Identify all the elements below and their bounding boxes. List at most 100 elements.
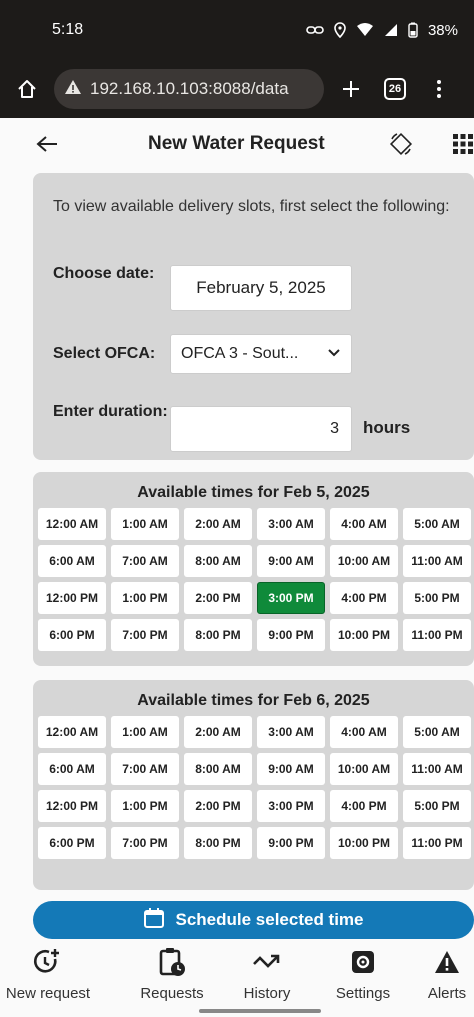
time-slot[interactable]: 10:00 PM <box>330 619 398 651</box>
time-slot[interactable]: 4:00 AM <box>330 508 398 540</box>
date-picker[interactable]: February 5, 2025 <box>170 265 352 311</box>
nav-settings[interactable]: Settings <box>318 945 408 1002</box>
time-slot[interactable]: 2:00 PM <box>184 582 252 614</box>
time-slot[interactable]: 8:00 PM <box>184 619 252 651</box>
time-slot[interactable]: 9:00 PM <box>257 619 325 651</box>
alert-icon <box>433 945 461 979</box>
time-slot[interactable]: 9:00 AM <box>257 545 325 577</box>
time-slot[interactable]: 5:00 AM <box>403 508 471 540</box>
bottom-navigation: New request Requests History Settings Al… <box>0 945 474 1017</box>
date-row: Choose date: <box>53 263 169 285</box>
time-slot[interactable]: 11:00 AM <box>403 753 471 785</box>
time-slot[interactable]: 2:00 PM <box>184 790 252 822</box>
tab-switcher-button[interactable]: 26 <box>378 69 412 109</box>
time-slot[interactable]: 7:00 AM <box>111 545 179 577</box>
time-slot[interactable]: 8:00 AM <box>184 545 252 577</box>
time-slot[interactable]: 8:00 AM <box>184 753 252 785</box>
more-menu-icon[interactable] <box>422 69 456 109</box>
signal-icon <box>384 23 398 37</box>
nav-label: History <box>243 985 291 1002</box>
nav-alerts[interactable]: Alerts <box>420 945 474 1002</box>
link-icon <box>306 24 324 36</box>
time-slot[interactable]: 12:00 AM <box>38 508 106 540</box>
time-slot[interactable]: 10:00 AM <box>330 753 398 785</box>
time-slot[interactable]: 4:00 PM <box>330 582 398 614</box>
home-indicator <box>199 1009 321 1013</box>
duration-unit: hours <box>363 418 411 437</box>
app-header: New Water Request <box>0 118 474 170</box>
grid-menu-icon[interactable] <box>446 127 474 161</box>
time-slot[interactable]: 12:00 AM <box>38 716 106 748</box>
time-slot[interactable]: 11:00 PM <box>403 827 471 859</box>
time-slot[interactable]: 3:00 AM <box>257 508 325 540</box>
time-slot[interactable]: 10:00 AM <box>330 545 398 577</box>
time-slot[interactable]: 7:00 AM <box>111 753 179 785</box>
duration-input[interactable]: 3 <box>170 406 352 452</box>
time-slot[interactable]: 7:00 PM <box>111 827 179 859</box>
status-bar: 5:18 38% <box>0 0 474 60</box>
nav-requests[interactable]: Requests <box>122 945 222 1002</box>
nav-label: New request <box>5 985 91 1002</box>
time-slot[interactable]: 11:00 PM <box>403 619 471 651</box>
browser-toolbar: 192.168.10.103:8088/data 26 <box>0 60 474 118</box>
clock-plus-icon <box>33 945 63 979</box>
wifi-icon <box>356 23 374 37</box>
url-text: 192.168.10.103:8088/data <box>90 79 289 98</box>
time-slot[interactable]: 3:00 AM <box>257 716 325 748</box>
time-slot[interactable]: 4:00 AM <box>330 716 398 748</box>
location-icon <box>334 22 346 38</box>
nav-new-request[interactable]: New request <box>0 945 96 1002</box>
time-slot[interactable]: 1:00 PM <box>111 582 179 614</box>
time-slot[interactable]: 8:00 PM <box>184 827 252 859</box>
time-slot[interactable]: 12:00 PM <box>38 790 106 822</box>
time-slot[interactable]: 6:00 AM <box>38 545 106 577</box>
time-slot[interactable]: 5:00 PM <box>403 582 471 614</box>
time-slot[interactable]: 6:00 PM <box>38 619 106 651</box>
time-slot[interactable]: 4:00 PM <box>330 790 398 822</box>
times-panel-day-1: Available times for Feb 5, 2025 12:00 AM… <box>33 472 474 666</box>
time-slot[interactable]: 10:00 PM <box>330 827 398 859</box>
home-icon[interactable] <box>10 69 44 109</box>
address-bar[interactable]: 192.168.10.103:8088/data <box>54 69 324 109</box>
time-slot[interactable]: 6:00 AM <box>38 753 106 785</box>
battery-icon <box>408 22 418 38</box>
time-slot[interactable]: 1:00 AM <box>111 716 179 748</box>
time-slot[interactable]: 3:00 PM <box>257 790 325 822</box>
request-form-panel: To view available delivery slots, first … <box>33 173 474 460</box>
time-slot[interactable]: 1:00 AM <box>111 508 179 540</box>
ofca-selected-value: OFCA 3 - Sout... <box>181 345 299 362</box>
time-slot[interactable]: 11:00 AM <box>403 545 471 577</box>
time-slot[interactable]: 9:00 PM <box>257 827 325 859</box>
nav-label: Settings <box>335 985 391 1002</box>
duration-row: Enter duration: <box>53 401 169 423</box>
time-slot[interactable]: 6:00 PM <box>38 827 106 859</box>
tab-count: 26 <box>384 78 406 100</box>
form-intro-text: To view available delivery slots, first … <box>53 198 450 215</box>
time-slot[interactable]: 2:00 AM <box>184 508 252 540</box>
status-time: 5:18 <box>52 21 84 38</box>
ofca-select[interactable]: OFCA 3 - Sout... <box>170 334 352 374</box>
time-slot[interactable]: 7:00 PM <box>111 619 179 651</box>
time-slot[interactable]: 5:00 AM <box>403 716 471 748</box>
time-slot[interactable]: 12:00 PM <box>38 582 106 614</box>
time-slot[interactable]: 1:00 PM <box>111 790 179 822</box>
nav-label: Alerts <box>427 985 467 1002</box>
date-label: Choose date: <box>53 265 155 282</box>
duration-label: Enter duration: <box>53 403 168 420</box>
time-slot[interactable]: 5:00 PM <box>403 790 471 822</box>
time-slot[interactable]: 3:00 PM <box>257 582 325 614</box>
time-slot[interactable]: 9:00 AM <box>257 753 325 785</box>
chevron-down-icon <box>327 345 341 363</box>
page-title: New Water Request <box>148 133 325 154</box>
warning-icon <box>64 79 82 100</box>
back-arrow-icon[interactable] <box>30 127 64 161</box>
schedule-button[interactable]: Schedule selected time <box>33 901 474 939</box>
rotate-icon[interactable] <box>384 127 418 161</box>
time-slot[interactable]: 2:00 AM <box>184 716 252 748</box>
clipboard-clock-icon <box>158 945 186 979</box>
new-tab-icon[interactable] <box>334 69 368 109</box>
nav-history[interactable]: History <box>222 945 312 1002</box>
times-panel-day-2: Available times for Feb 6, 2025 12:00 AM… <box>33 680 474 890</box>
battery-level: 38% <box>427 21 458 39</box>
times-title: Available times for Feb 5, 2025 <box>137 484 370 501</box>
